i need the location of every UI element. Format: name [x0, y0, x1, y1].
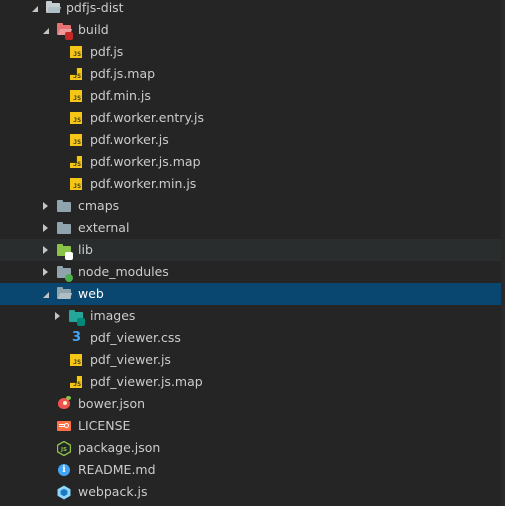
tree-item-label: pdf.worker.js: [90, 132, 169, 147]
svg-text:JS: JS: [60, 447, 67, 453]
javascript-icon: JS: [68, 352, 84, 368]
css-icon: 3: [71, 330, 82, 345]
chevron-collapsed-icon[interactable]: [40, 261, 52, 283]
tree-item-label: web: [78, 286, 104, 301]
tree-item-pdf-js[interactable]: JS pdf.js: [0, 41, 501, 63]
tree-item-label: pdf_viewer.js.map: [90, 374, 203, 389]
tree-item-external[interactable]: external: [0, 217, 501, 239]
tree-item-label: pdf.js: [90, 44, 124, 59]
tree-item-label: pdf.min.js: [90, 88, 151, 103]
tree-item-build[interactable]: build: [0, 19, 501, 41]
scrollbar-track[interactable]: [501, 0, 505, 506]
folder-node-icon: [56, 264, 73, 282]
nodejs-icon: JS: [56, 440, 72, 456]
javascript-icon: JS: [68, 132, 84, 148]
tree-item-license[interactable]: LICENSE: [0, 415, 501, 437]
tree-item-lib[interactable]: lib: [0, 239, 501, 261]
tree-item-label: package.json: [78, 440, 161, 455]
javascript-icon: JS: [68, 44, 84, 60]
folder-open-red-icon: [56, 22, 73, 40]
chevron-collapsed-icon[interactable]: [40, 239, 52, 261]
tree-item-label: node_modules: [78, 264, 169, 279]
license-icon: [56, 418, 72, 434]
tree-item-pdf-worker-entry-js[interactable]: JS pdf.worker.entry.js: [0, 107, 501, 129]
tree-item-label: bower.json: [78, 396, 146, 411]
bower-icon: [56, 396, 72, 412]
javascript-map-icon: JS: [68, 374, 84, 390]
chevron-collapsed-icon[interactable]: [40, 217, 52, 239]
chevron-collapsed-icon[interactable]: [52, 305, 64, 327]
javascript-map-icon: JS: [68, 154, 84, 170]
tree-item-label: webpack.js: [78, 484, 148, 499]
folder-open-icon: [56, 286, 73, 302]
folder-images-icon: [68, 308, 85, 326]
tree-item-pdf-viewer-js-map[interactable]: JS pdf_viewer.js.map: [0, 371, 501, 393]
tree-item-pdf-min-js[interactable]: JS pdf.min.js: [0, 85, 501, 107]
folder-icon: [56, 220, 72, 236]
javascript-map-icon: JS: [68, 66, 84, 82]
tree-item-readme-md[interactable]: i README.md: [0, 459, 501, 481]
tree-item-label: pdf.worker.min.js: [90, 176, 197, 191]
tree-item-label: cmaps: [78, 198, 120, 213]
tree-item-label: pdf.worker.entry.js: [90, 110, 205, 125]
tree-item-pdf-worker-js[interactable]: JS pdf.worker.js: [0, 129, 501, 151]
tree-item-cmaps[interactable]: cmaps: [0, 195, 501, 217]
chevron-expanded-icon[interactable]: [30, 0, 42, 19]
tree-item-label: pdf_viewer.css: [90, 330, 181, 345]
tree-item-label: pdf.js.map: [90, 66, 156, 81]
javascript-icon: JS: [68, 88, 84, 104]
tree-item-pdf-worker-min-js[interactable]: JS pdf.worker.min.js: [0, 173, 501, 195]
tree-item-label: build: [78, 22, 109, 37]
folder-icon: [56, 198, 72, 214]
chevron-expanded-icon[interactable]: [41, 283, 53, 305]
tree-item-label: external: [78, 220, 130, 235]
tree-item-pdfjs-dist[interactable]: pdfjs-dist: [0, 0, 501, 19]
tree-item-webpack-js[interactable]: webpack.js: [0, 481, 501, 503]
tree-item-pdf-viewer-js[interactable]: JS pdf_viewer.js: [0, 349, 501, 371]
tree-item-images[interactable]: images: [0, 305, 501, 327]
tree-item-bower-json[interactable]: bower.json: [0, 393, 501, 415]
tree-item-label: pdf_viewer.js: [90, 352, 171, 367]
folder-open-icon: [45, 0, 62, 16]
tree-item-pdf-worker-js-map[interactable]: JS pdf.worker.js.map: [0, 151, 501, 173]
tree-item-label: lib: [78, 242, 93, 257]
javascript-icon: JS: [68, 110, 84, 126]
tree-item-label: LICENSE: [78, 418, 131, 433]
tree-item-node-modules[interactable]: node_modules: [0, 261, 501, 283]
folder-lib-icon: [56, 242, 73, 260]
javascript-icon: JS: [68, 176, 84, 192]
webpack-icon: [56, 484, 72, 500]
chevron-expanded-icon[interactable]: [41, 19, 53, 41]
tree-item-web[interactable]: web: [0, 283, 501, 305]
tree-item-label: README.md: [78, 462, 156, 477]
tree-item-label: pdf.worker.js.map: [90, 154, 201, 169]
file-explorer-tree: pdfjs-dist build JS pdf.js JS pdf.js.map…: [0, 0, 505, 506]
info-icon: i: [56, 462, 72, 478]
tree-item-label: images: [90, 308, 136, 323]
tree-item-pdf-viewer-css[interactable]: 3 pdf_viewer.css: [0, 327, 501, 349]
tree-item-pdf-js-map[interactable]: JS pdf.js.map: [0, 63, 501, 85]
tree-item-label: pdfjs-dist: [66, 0, 124, 15]
chevron-collapsed-icon[interactable]: [40, 195, 52, 217]
tree-item-package-json[interactable]: JS package.json: [0, 437, 501, 459]
